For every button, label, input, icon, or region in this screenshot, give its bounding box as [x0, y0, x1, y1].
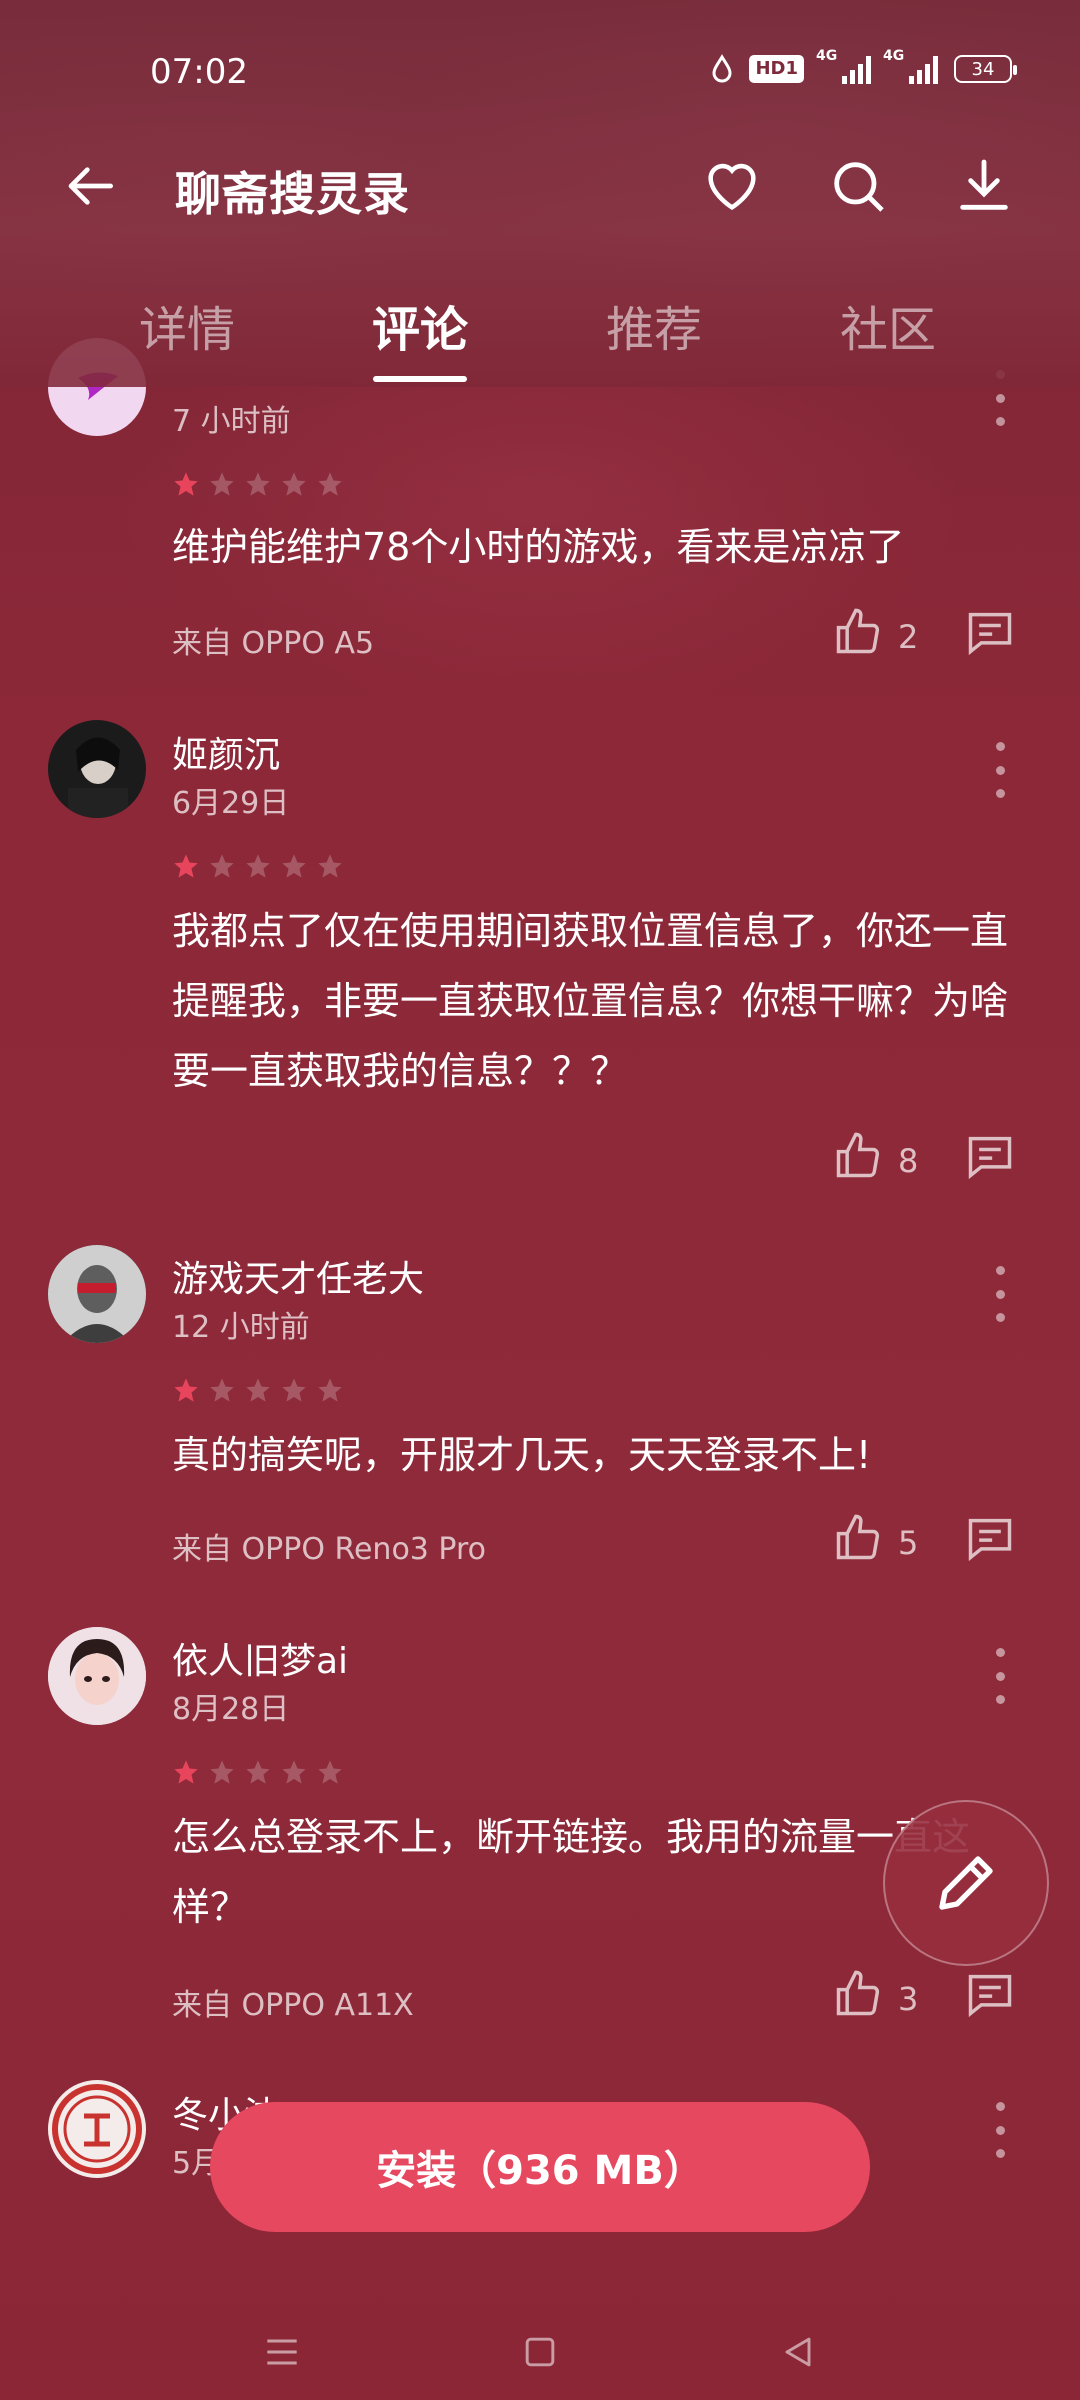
tab-bar: 详情 评论 推荐 社区 — [0, 290, 1080, 382]
comment-icon[interactable] — [964, 1512, 1016, 1564]
star-icon — [246, 1378, 270, 1402]
more-icon[interactable] — [992, 1266, 1008, 1322]
thumbs-up-icon[interactable] — [832, 1130, 884, 1182]
signal-icon: 4G — [816, 48, 871, 84]
tab-reviews[interactable]: 评论 — [340, 290, 500, 360]
signal-icon: 4G — [883, 48, 938, 84]
menu-icon[interactable] — [260, 2330, 304, 2374]
app-header: 07:02 HD1 4G 4G 34 聊斋搜灵录 详情 评论 推荐 社区 — [0, 0, 1080, 387]
review-text: 真的搞笑呢，开服才几天，天天登录不上! — [172, 1433, 872, 1477]
status-bar: 07:02 HD1 4G 4G 34 — [0, 48, 1080, 96]
star-rating — [172, 852, 344, 880]
thumbs-up-icon[interactable] — [832, 1512, 884, 1564]
review-device: 来自 OPPO A5 — [172, 626, 375, 661]
pencil-icon — [939, 1856, 993, 1910]
star-icon — [210, 854, 234, 878]
more-icon[interactable] — [992, 742, 1008, 798]
heart-icon[interactable] — [700, 154, 764, 218]
thumbs-up-icon[interactable] — [832, 606, 884, 658]
battery-icon: 34 — [954, 55, 1017, 83]
review-date: 8月28日 — [172, 1692, 290, 1727]
status-time: 07:02 — [150, 52, 248, 92]
star-icon — [282, 1760, 306, 1784]
review-device: 来自 OPPO Reno3 Pro — [172, 1532, 487, 1567]
star-rating — [172, 1758, 344, 1786]
home-icon[interactable] — [518, 2330, 562, 2374]
review-username[interactable]: 游戏天才任老大 — [172, 1250, 424, 1302]
download-icon[interactable] — [952, 154, 1016, 218]
thumbs-up-icon[interactable] — [832, 1968, 884, 2020]
back-icon[interactable] — [776, 2330, 820, 2374]
active-tab-indicator — [373, 376, 467, 382]
avatar[interactable] — [48, 1245, 146, 1343]
status-icons: HD1 4G 4G 34 — [711, 48, 1017, 84]
avatar[interactable] — [48, 1627, 146, 1725]
star-rating — [172, 1376, 344, 1404]
tab-community[interactable]: 社区 — [808, 290, 968, 360]
star-icon — [210, 1378, 234, 1402]
star-icon — [246, 1760, 270, 1784]
star-icon — [318, 472, 342, 496]
review-date: 7 小时前 — [172, 404, 291, 439]
star-icon — [246, 472, 270, 496]
star-icon — [282, 472, 306, 496]
star-icon — [318, 1760, 342, 1784]
tab-details[interactable]: 详情 — [107, 290, 267, 360]
star-icon — [318, 1378, 342, 1402]
star-icon — [174, 1378, 198, 1402]
like-count: 8 — [898, 1142, 919, 1180]
like-count: 2 — [898, 618, 919, 656]
search-icon[interactable] — [826, 154, 890, 218]
comment-icon[interactable] — [964, 1968, 1016, 2020]
review-date: 6月29日 — [172, 786, 290, 821]
more-icon[interactable] — [992, 1648, 1008, 1704]
page-title: 聊斋搜灵录 — [175, 167, 410, 221]
review-device: 来自 OPPO A11X — [172, 1988, 414, 2023]
review-text: 维护能维护78个小时的游戏，看来是凉凉了 — [172, 525, 905, 569]
star-icon — [174, 1760, 198, 1784]
tab-recommend[interactable]: 推荐 — [574, 290, 734, 360]
star-rating — [172, 470, 344, 498]
avatar[interactable] — [48, 2080, 146, 2178]
star-icon — [210, 1760, 234, 1784]
review-username[interactable]: 姬颜沉 — [172, 726, 280, 778]
water-drop-icon — [712, 54, 732, 83]
star-icon — [246, 854, 270, 878]
more-icon[interactable] — [992, 2102, 1008, 2158]
avatar[interactable] — [48, 720, 146, 818]
toolbar: 聊斋搜灵录 — [0, 150, 1080, 221]
star-icon — [174, 472, 198, 496]
like-count: 3 — [898, 1980, 919, 2018]
hd-badge: HD1 — [749, 55, 804, 83]
comment-icon[interactable] — [964, 1130, 1016, 1182]
star-icon — [174, 854, 198, 878]
review-date: 12 小时前 — [172, 1310, 310, 1345]
review-username[interactable]: 依人旧梦ai — [172, 1632, 348, 1684]
install-button[interactable]: 安装（936 MB） — [210, 2102, 870, 2232]
star-icon — [282, 1378, 306, 1402]
star-icon — [318, 854, 342, 878]
system-nav-bar — [0, 2290, 1080, 2400]
star-icon — [210, 472, 234, 496]
write-review-button[interactable] — [883, 1800, 1049, 1966]
back-arrow-icon[interactable] — [64, 158, 120, 214]
comment-icon[interactable] — [964, 606, 1016, 658]
like-count: 5 — [898, 1524, 919, 1562]
review-text: 我都点了仅在使用期间获取位置信息了，你还一直提醒我，非要一直获取位置信息？你想干… — [172, 909, 1009, 1093]
star-icon — [282, 854, 306, 878]
